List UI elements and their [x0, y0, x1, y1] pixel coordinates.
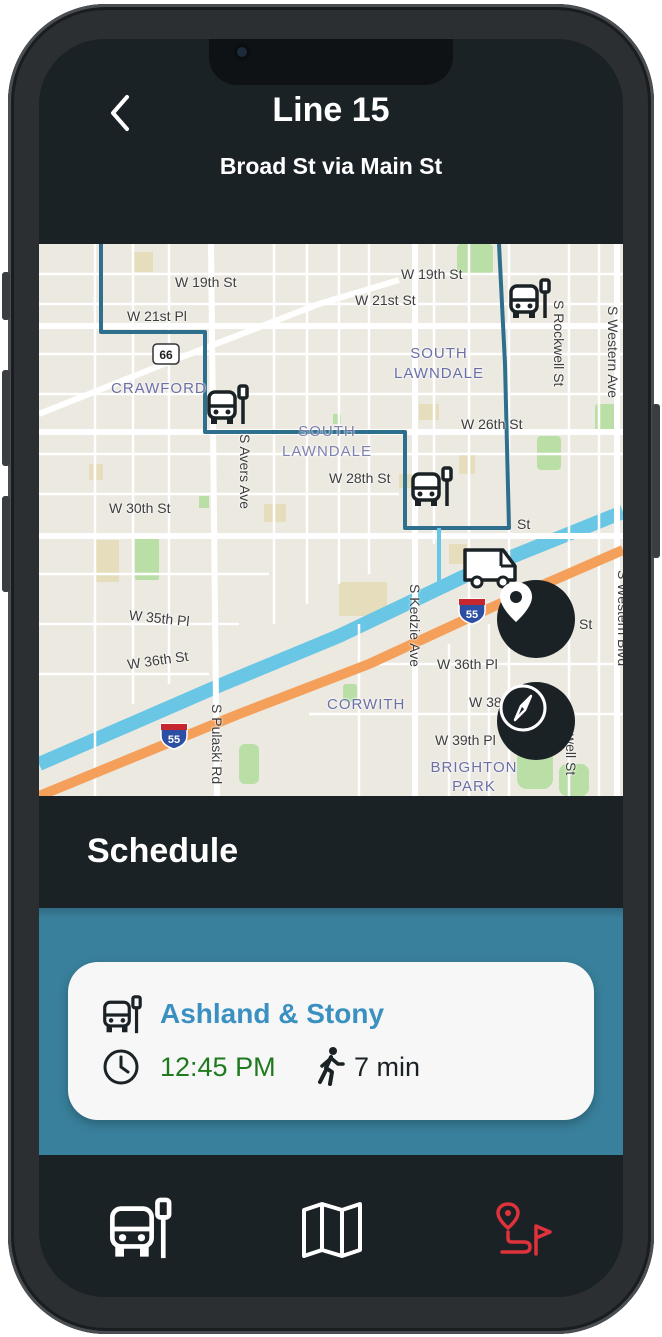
clock-icon	[103, 1049, 139, 1085]
street-label: W 36th Pl	[437, 656, 498, 672]
street-label-pulaski: S Pulaski Rd	[209, 704, 225, 785]
street-label: W 21st Pl	[127, 308, 187, 324]
street-label: W 19th St	[175, 274, 237, 290]
notch	[209, 39, 453, 85]
route-shield-66: 66	[159, 348, 173, 362]
schedule-list: Ashland & Stony 12:45 PM 7 min	[39, 908, 623, 1155]
compass-icon	[499, 684, 547, 732]
bus-stop-icon[interactable]	[507, 278, 551, 322]
schedule-header: Schedule	[39, 796, 623, 908]
street-label: W 21st St	[355, 292, 416, 308]
bus-stop-icon	[103, 995, 142, 1034]
bus-stop-icon	[110, 1197, 172, 1259]
interstate-shield-55-secondary: 55	[168, 734, 180, 746]
camera	[233, 43, 251, 61]
street-label: St	[517, 516, 531, 532]
area-label-south-lawndale-2: SOUTH LAWNDALE	[282, 423, 372, 460]
nav-map-button[interactable]	[297, 1197, 367, 1261]
walking-icon	[318, 1047, 345, 1086]
app-screen: Line 15 Broad St via Main St 66 55 55 W …	[39, 39, 623, 1297]
schedule-title: Schedule	[87, 832, 239, 870]
schedule-card[interactable]: Ashland & Stony 12:45 PM 7 min	[68, 962, 594, 1120]
stop-name: Ashland & Stony	[160, 998, 385, 1029]
location-button[interactable]	[497, 580, 575, 658]
compass-button[interactable]	[497, 682, 575, 760]
side-button	[2, 272, 10, 320]
street-label-western: S Western Ave	[605, 306, 621, 399]
departure-time: 12:45 PM	[160, 1052, 276, 1082]
location-pin-icon	[500, 582, 532, 622]
street-label: W 39th Pl	[435, 732, 496, 748]
page-title: Line 15	[272, 91, 390, 129]
bus-stop-icon[interactable]	[409, 466, 453, 510]
nav-stops-button[interactable]	[105, 1197, 175, 1261]
power-button	[652, 404, 660, 558]
street-label: St	[579, 616, 593, 632]
bus-stop-icon[interactable]	[205, 384, 249, 428]
street-label: W 28th St	[329, 470, 391, 486]
street-label-kedzie: S Kedzie Ave	[407, 584, 423, 668]
street-label: W 19th St	[401, 266, 463, 282]
route-subtitle: Broad St via Main St	[219, 153, 443, 179]
map-icon	[302, 1202, 362, 1258]
street-label-avers: S Avers Ave	[237, 434, 253, 509]
street-label-rockwell: S Rockwell St	[551, 300, 567, 387]
street-label: W 30th St	[109, 500, 171, 516]
volume-up-button	[2, 370, 10, 466]
area-label-crawford: CRAWFORD	[111, 380, 207, 397]
route-icon	[496, 1202, 552, 1256]
area-label-corwith: CORWITH	[327, 696, 406, 713]
volume-down-button	[2, 496, 10, 592]
bottom-nav	[39, 1155, 623, 1297]
street-label-western-blvd: S Western Blvd	[615, 570, 623, 667]
walk-time: 7 min	[354, 1052, 421, 1082]
interstate-shield-55: 55	[466, 609, 478, 621]
route-map[interactable]: 66 55 55 W 19th St W 19th St W 21st St W…	[39, 244, 623, 796]
nav-route-button[interactable]	[489, 1197, 559, 1261]
area-label-brighton-park: BRIGHTON PARK	[430, 759, 518, 795]
street-label: W 26th St	[461, 416, 523, 432]
area-label-south-lawndale: SOUTH LAWNDALE	[394, 345, 484, 382]
